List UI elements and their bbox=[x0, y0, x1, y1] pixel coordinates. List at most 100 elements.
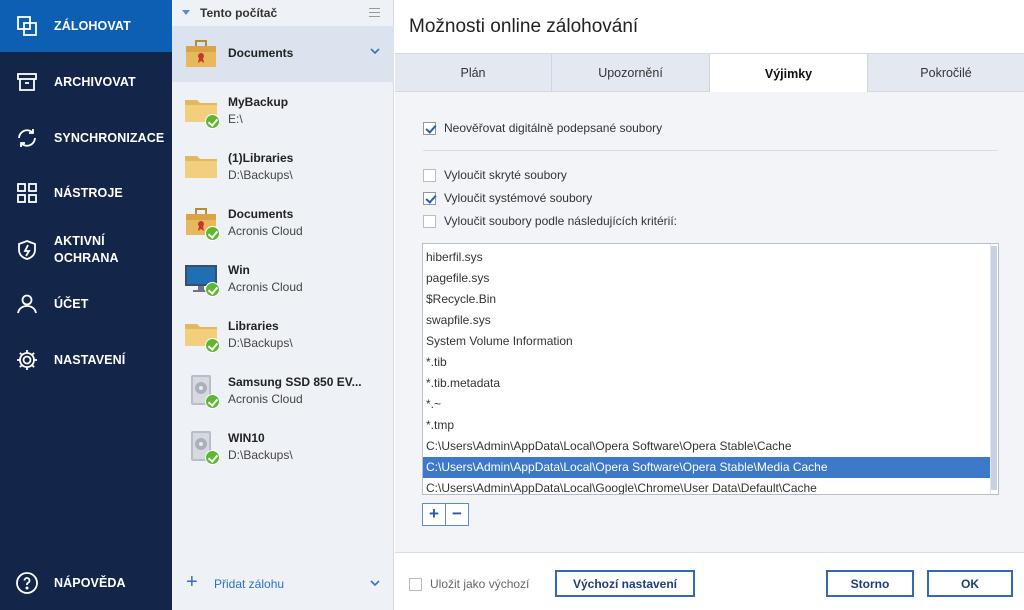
status-ok-icon bbox=[205, 394, 220, 409]
tab-schedule[interactable]: Plán bbox=[395, 54, 552, 92]
chevron-down-icon[interactable] bbox=[370, 46, 380, 56]
list-item-selected[interactable]: C:\Users\Admin\AppData\Local\Opera Softw… bbox=[423, 457, 991, 478]
list-scrollbar[interactable] bbox=[990, 244, 998, 494]
exclude-hidden-checkbox[interactable] bbox=[423, 168, 436, 182]
backup-item[interactable]: Win Acronis Cloud bbox=[172, 250, 394, 306]
tab-exclusions[interactable]: Výjimky bbox=[710, 54, 868, 93]
status-ok-icon bbox=[205, 114, 220, 129]
backup-item-name: Samsung SSD 850 EV... bbox=[228, 375, 362, 389]
nav-item-backup[interactable]: ZÁLOHOVAT bbox=[0, 0, 172, 52]
checkbox-label: Uložit jako výchozí bbox=[430, 577, 530, 591]
backup-item-name: WIN10 bbox=[228, 431, 265, 445]
backup-item[interactable]: Documents bbox=[172, 26, 394, 82]
exclude-system-checkbox-row[interactable]: Vyloučit systémové soubory bbox=[423, 190, 592, 206]
save-as-default-checkbox[interactable] bbox=[409, 577, 422, 591]
backup-item[interactable]: (1)Libraries D:\Backups\ bbox=[172, 138, 394, 194]
exclude-criteria-checkbox[interactable] bbox=[423, 214, 436, 228]
backup-item[interactable]: MyBackup E:\ bbox=[172, 82, 394, 138]
save-as-default-checkbox-row[interactable]: Uložit jako výchozí bbox=[409, 576, 529, 592]
nav-item-tools[interactable]: NÁSTROJE bbox=[0, 167, 172, 219]
checkbox-label: Vyloučit skryté soubory bbox=[444, 168, 567, 182]
tab-advanced[interactable]: Pokročilé bbox=[868, 54, 1024, 92]
backup-item-name: (1)Libraries bbox=[228, 151, 294, 165]
nav-item-account[interactable]: ÚČET bbox=[0, 278, 172, 330]
chevron-down-icon[interactable] bbox=[370, 578, 380, 588]
list-item[interactable]: *.tib.metadata bbox=[423, 373, 991, 394]
briefcase-icon bbox=[184, 37, 218, 71]
nav-item-label: NÁPOVĚDA bbox=[54, 575, 126, 590]
backup-item-destination: Acronis Cloud bbox=[228, 280, 303, 294]
folder-icon bbox=[184, 149, 218, 183]
nav-item-label: NÁSTROJE bbox=[54, 185, 123, 200]
nav-item-label: ÚČET bbox=[54, 296, 89, 311]
nav-item-sync[interactable]: SYNCHRONIZACE bbox=[0, 112, 172, 164]
exclusions-tab-content: Neověřovat digitálně podepsané soubory V… bbox=[395, 92, 1024, 552]
backup-item-name: Libraries bbox=[228, 319, 279, 333]
nav-item-archive[interactable]: ARCHIVOVAT bbox=[0, 56, 172, 108]
dialog-footer: Uložit jako výchozí Výchozí nastavení St… bbox=[395, 552, 1024, 610]
gear-icon bbox=[14, 347, 40, 373]
exclude-system-checkbox[interactable] bbox=[423, 191, 436, 205]
nav-item-label: ARCHIVOVAT bbox=[54, 74, 136, 89]
add-backup-button[interactable]: + Přidat zálohu bbox=[172, 556, 394, 610]
scrollbar-thumb[interactable] bbox=[991, 246, 997, 490]
status-ok-icon bbox=[205, 226, 220, 241]
disk-icon bbox=[184, 429, 220, 465]
tools-grid-icon bbox=[14, 180, 40, 206]
divider bbox=[423, 150, 998, 151]
help-icon bbox=[14, 570, 40, 596]
exclusion-criteria-list[interactable]: hiberfil.sys pagefile.sys $Recycle.Bin s… bbox=[422, 243, 999, 495]
remove-criterion-button[interactable]: − bbox=[445, 503, 469, 526]
checkbox-label: Vyloučit systémové soubory bbox=[444, 191, 593, 205]
backup-item[interactable]: Documents Acronis Cloud bbox=[172, 194, 394, 250]
no-verify-signed-checkbox-row[interactable]: Neověřovat digitálně podepsané soubory bbox=[423, 120, 662, 136]
folder-icon bbox=[184, 317, 220, 353]
add-criterion-button[interactable]: + bbox=[422, 503, 446, 526]
list-item[interactable]: hiberfil.sys bbox=[423, 247, 991, 268]
backup-item[interactable]: WIN10 D:\Backups\ bbox=[172, 418, 394, 474]
checkbox-label: Vyloučit soubory podle následujících kri… bbox=[444, 214, 678, 228]
exclude-criteria-checkbox-row[interactable]: Vyloučit soubory podle následujících kri… bbox=[423, 213, 677, 229]
hamburger-menu-icon[interactable] bbox=[369, 8, 380, 17]
checkbox-label: Neověřovat digitálně podepsané soubory bbox=[444, 121, 663, 135]
archive-icon bbox=[14, 69, 40, 95]
nav-item-label: NASTAVENÍ bbox=[54, 352, 126, 367]
briefcase-icon bbox=[184, 205, 220, 241]
shield-icon bbox=[14, 237, 40, 263]
list-item[interactable]: *.tmp bbox=[423, 415, 991, 436]
user-icon bbox=[14, 291, 40, 317]
backup-item-destination: Acronis Cloud bbox=[228, 392, 303, 406]
ok-button[interactable]: OK bbox=[927, 570, 1013, 597]
list-item[interactable]: System Volume Information bbox=[423, 331, 991, 352]
main-navigation: ZÁLOHOVAT ARCHIVOVAT SYNCHRONIZACE NÁSTR… bbox=[0, 0, 172, 610]
restore-defaults-button[interactable]: Výchozí nastavení bbox=[555, 570, 695, 597]
list-item[interactable]: swapfile.sys bbox=[423, 310, 991, 331]
collapse-triangle-icon[interactable] bbox=[182, 10, 190, 15]
nav-item-settings[interactable]: NASTAVENÍ bbox=[0, 334, 172, 386]
list-item[interactable]: $Recycle.Bin bbox=[423, 289, 991, 310]
status-ok-icon bbox=[205, 450, 220, 465]
cancel-button[interactable]: Storno bbox=[826, 570, 914, 597]
backup-item[interactable]: Libraries D:\Backups\ bbox=[172, 306, 394, 362]
tab-notifications[interactable]: Upozornění bbox=[552, 54, 710, 92]
tab-bar: Plán Upozornění Výjimky Pokročilé bbox=[395, 53, 1024, 93]
status-ok-icon bbox=[205, 338, 220, 353]
monitor-icon bbox=[184, 261, 220, 297]
nav-item-label: SYNCHRONIZACE bbox=[54, 130, 165, 145]
exclude-hidden-checkbox-row[interactable]: Vyloučit skryté soubory bbox=[423, 167, 567, 183]
no-verify-signed-checkbox[interactable] bbox=[423, 121, 436, 135]
backup-list-header[interactable]: Tento počítač bbox=[172, 0, 394, 26]
status-ok-icon bbox=[205, 282, 220, 297]
nav-item-help[interactable]: NÁPOVĚDA bbox=[0, 557, 172, 609]
list-item[interactable]: C:\Users\Admin\AppData\Local\Google\Chro… bbox=[423, 478, 991, 494]
nav-item-active-protection[interactable]: AKTIVNÍ OCHRANA bbox=[0, 222, 172, 278]
online-backup-options-dialog: Možnosti online zálohování Plán Upozorně… bbox=[395, 0, 1024, 610]
list-item[interactable]: C:\Users\Admin\AppData\Local\Opera Softw… bbox=[423, 436, 991, 457]
backup-item-destination: E:\ bbox=[228, 112, 243, 126]
list-item[interactable]: *.~ bbox=[423, 394, 991, 415]
list-item[interactable]: *.tib bbox=[423, 352, 991, 373]
dialog-title: Možnosti online zálohování bbox=[409, 16, 639, 37]
backup-item[interactable]: Samsung SSD 850 EV... Acronis Cloud bbox=[172, 362, 394, 418]
list-item[interactable]: pagefile.sys bbox=[423, 268, 991, 289]
backup-item-destination: D:\Backups\ bbox=[228, 168, 293, 182]
